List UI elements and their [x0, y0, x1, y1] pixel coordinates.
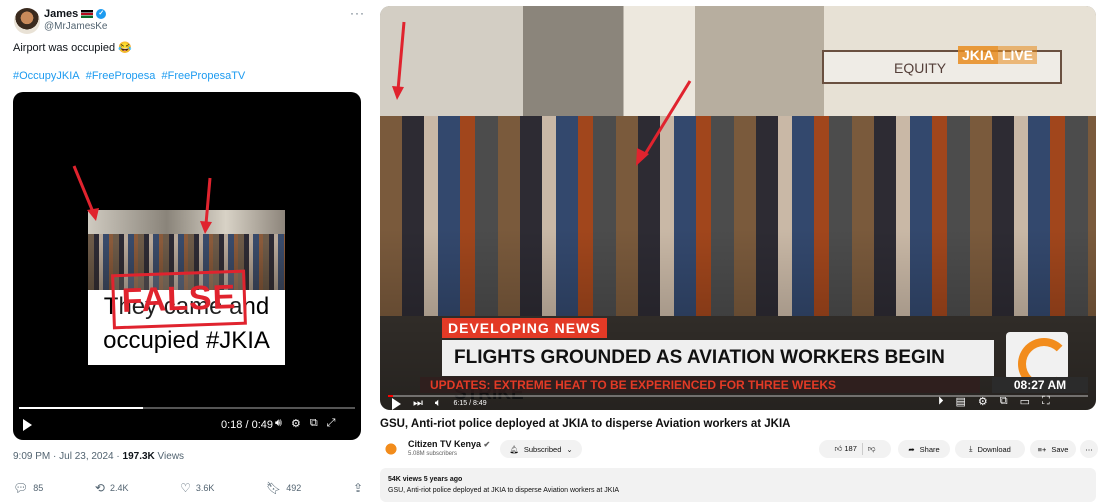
miniplayer-icon[interactable]: ⧉	[1000, 395, 1008, 408]
bookmark-count: 492	[286, 483, 302, 493]
save-label: Save	[1051, 444, 1069, 454]
description-box[interactable]: 54K views 5 years ago GSU, Anti-riot pol…	[380, 468, 1096, 502]
like-count: 187	[844, 444, 857, 453]
description-text: GSU, Anti-riot police deployed at JKIA t…	[388, 487, 619, 494]
hashtag-link[interactable]: #FreePropesaTV	[161, 70, 245, 82]
save-playlist-icon: ≡+	[1037, 444, 1047, 454]
view-count-and-date: 54K views 5 years ago	[388, 476, 463, 483]
bell-icon: 🔔︎	[509, 444, 519, 454]
volume-icon[interactable]: 🔊︎	[275, 417, 282, 430]
video-time: 0:18 / 0:49	[221, 419, 273, 431]
download-button[interactable]: ⤓ Download	[955, 440, 1025, 458]
red-arrow-icon	[200, 177, 212, 234]
youtube-left-controls: ⏭︎ 🔈︎ 6:15 / 8:49	[392, 397, 487, 410]
verified-badge-icon: ✓	[96, 9, 107, 19]
settings-icon[interactable]: ⚙︎	[978, 395, 988, 408]
divider	[861, 443, 863, 455]
autoplay-toggle-icon[interactable]: ⏵︎	[938, 395, 944, 408]
like-count: 3.6K	[195, 483, 215, 493]
developing-news-banner: DEVELOPING NEWS	[442, 318, 607, 338]
youtube-player[interactable]: EQUITY JKIA LIVE DEVELOPING NEWS FLIGHTS…	[380, 6, 1096, 410]
save-button[interactable]: ≡+ Save	[1030, 440, 1076, 458]
hashtag-link[interactable]: #OccupyJKIA	[13, 70, 80, 82]
video-controls: 🔊︎ ⚙︎ ⧉ ⤢	[275, 417, 335, 430]
subscribed-label: Subscribed	[523, 444, 562, 454]
comparison-screenshot: James ✓ @MrJamesKe ··· Airport was occup…	[0, 0, 1100, 504]
youtube-watch-page: EQUITY JKIA LIVE DEVELOPING NEWS FLIGHTS…	[378, 0, 1100, 504]
more-actions-button[interactable]: ⋯	[1080, 440, 1098, 458]
volume-icon[interactable]: 🔈︎	[435, 397, 442, 410]
repost-count: 2.4K	[109, 483, 129, 493]
red-arrow-icon	[72, 165, 99, 221]
tweet-meta: 9:09 PM · Jul 23, 2024 · 197.3K Views	[13, 451, 184, 462]
heart-icon: ♡	[180, 481, 191, 495]
like-dislike-group: 👍︎ 187 👎︎	[819, 440, 891, 458]
share-icon: ➦	[908, 444, 915, 454]
broadcast-clock: 08:27 AM	[992, 377, 1088, 393]
tweet-text: Airport was occupied 😂	[13, 42, 132, 54]
share-label: Share	[919, 444, 940, 454]
subtitles-icon[interactable]: ▤	[956, 395, 966, 408]
video-title: GSU, Anti-riot police deployed at JKIA t…	[380, 418, 791, 430]
live-badge-location: JKIA	[958, 46, 998, 64]
more-icon: ⋯	[1085, 444, 1093, 454]
subscriber-count: 5.08M subscribers	[408, 451, 458, 457]
channel-name[interactable]: Citizen TV Kenya ✔	[408, 439, 490, 449]
video-progress-bar[interactable]	[19, 407, 355, 409]
red-arrow-icon	[636, 80, 692, 166]
youtube-time: 6:15 / 8:49	[453, 400, 487, 407]
tweet-actions: 💬︎ 85 ⟲ 2.4K ♡ 3.6K 🔖︎ 492 ⇪	[13, 481, 363, 495]
dislike-button[interactable]: 👎︎	[868, 444, 876, 454]
channel-avatar[interactable]	[380, 441, 402, 457]
citizen-tv-logo	[1006, 332, 1070, 390]
hashtag-link[interactable]: #FreePropesa	[86, 70, 156, 82]
like-button[interactable]: ♡ 3.6K	[180, 481, 214, 495]
news-headline: FLIGHTS GROUNDED AS AVIATION WORKERS BEG…	[442, 340, 994, 404]
tweet-timestamp[interactable]: 9:09 PM · Jul 23, 2024 ·	[13, 451, 123, 462]
live-badge-text: LIVE	[997, 46, 1038, 64]
bookmark-button[interactable]: 🔖︎ 492	[266, 481, 301, 495]
tweet-card: James ✓ @MrJamesKe ··· Airport was occup…	[0, 0, 372, 504]
subscribed-button[interactable]: 🔔︎ Subscribed ⌄	[500, 440, 582, 458]
author-handle[interactable]: @MrJamesKe	[44, 21, 108, 32]
fullscreen-icon[interactable]: ⛶	[1042, 395, 1050, 408]
repost-button[interactable]: ⟲ 2.4K	[95, 481, 129, 495]
false-stamp: FALSE	[111, 269, 247, 330]
verified-check-icon: ✔	[483, 440, 491, 449]
share-button[interactable]: ⇪	[353, 481, 363, 495]
author-name[interactable]: James ✓	[44, 8, 107, 20]
reply-count: 85	[33, 483, 44, 493]
share-icon: ⇪	[352, 481, 363, 495]
avatar[interactable]	[14, 8, 40, 34]
views-label: Views	[154, 451, 185, 462]
news-ticker: UPDATES: EXTREME HEAT TO BE EXPERIENCED …	[420, 377, 980, 393]
fullscreen-icon[interactable]: ⤢	[327, 417, 336, 430]
next-icon[interactable]: ⏭︎	[413, 397, 423, 410]
views-count: 197.3K	[122, 451, 155, 462]
repost-icon: ⟲	[94, 481, 105, 495]
kenya-flag-icon	[81, 10, 94, 18]
play-button[interactable]	[23, 419, 32, 431]
share-button[interactable]: ➦ Share	[898, 440, 950, 458]
theater-mode-icon[interactable]: ▭	[1020, 395, 1030, 408]
bookmark-icon: 🔖︎	[266, 481, 282, 495]
reply-icon: 💬︎	[13, 481, 29, 495]
play-button[interactable]	[392, 397, 401, 410]
chevron-down-icon: ⌄	[566, 444, 573, 454]
video-progress-fill	[19, 407, 144, 409]
tweet-video-player[interactable]: They came and occupied #JKIA FALSE 0:18 …	[13, 92, 361, 440]
more-options-icon[interactable]: ···	[350, 6, 365, 20]
settings-icon[interactable]: ⚙︎	[291, 417, 301, 430]
live-badge: JKIA LIVE	[958, 46, 1038, 64]
reply-button[interactable]: 💬︎ 85	[13, 481, 43, 495]
download-label: Download	[977, 444, 1011, 454]
download-icon: ⤓	[969, 444, 973, 453]
red-arrow-icon	[392, 21, 406, 100]
like-button[interactable]: 👍︎ 187	[834, 444, 856, 454]
hashtags: #OccupyJKIA #FreePropesa #FreePropesaTV	[13, 70, 248, 82]
youtube-right-controls: ⏵︎ ▤ ⚙︎ ⧉ ▭ ⛶	[938, 395, 1050, 408]
channel-name-text: Citizen TV Kenya	[408, 439, 482, 449]
author-name-text: James	[44, 8, 79, 20]
pip-icon[interactable]: ⧉	[310, 417, 318, 430]
